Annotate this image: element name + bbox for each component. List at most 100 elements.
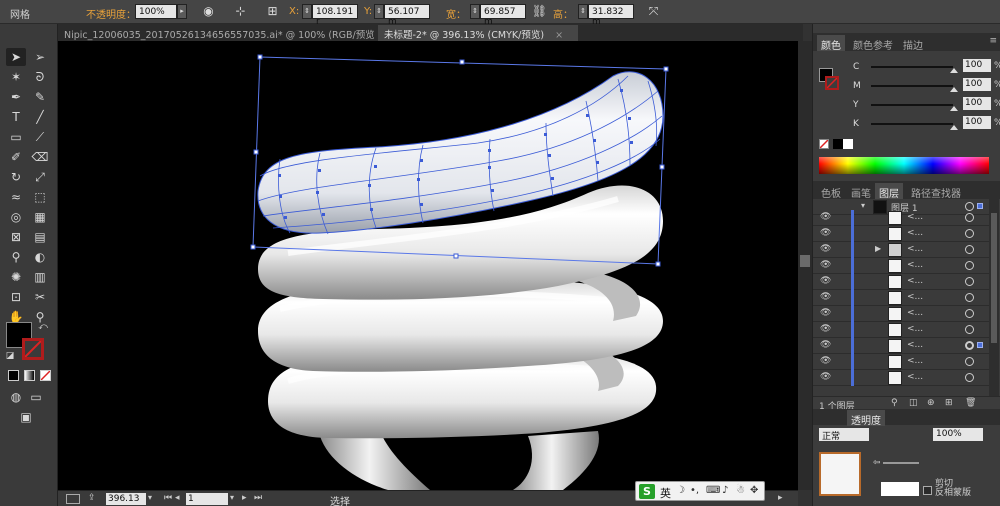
none-swatch[interactable] bbox=[819, 139, 829, 149]
slice-tool-icon[interactable]: ✂ bbox=[30, 288, 50, 306]
magenta-input[interactable]: 100 bbox=[963, 78, 991, 91]
tab-color[interactable]: 颜色 bbox=[817, 35, 845, 52]
y-stepper-icon[interactable]: ⇕ bbox=[374, 4, 384, 19]
layer-row[interactable]: 👁 <... bbox=[813, 210, 989, 226]
transform-icon[interactable]: ⤧ bbox=[645, 3, 662, 20]
tab-stroke[interactable]: 描边 bbox=[899, 35, 927, 52]
gradient-tool-icon[interactable]: ▤ bbox=[30, 228, 50, 246]
type-tool-icon[interactable]: T bbox=[6, 108, 26, 126]
target-icon[interactable] bbox=[965, 373, 974, 382]
tab-transparency[interactable]: 透明度 bbox=[847, 410, 885, 427]
curvature-tool-icon[interactable]: ✎ bbox=[30, 88, 50, 106]
target-icon[interactable] bbox=[965, 341, 974, 350]
artboard-tool-icon[interactable]: ⊡ bbox=[6, 288, 26, 306]
y-input[interactable]: 56.107 m bbox=[384, 4, 430, 27]
swap-fill-stroke-icon[interactable]: ⤺ bbox=[36, 320, 50, 334]
scrollbar-thumb[interactable] bbox=[800, 255, 810, 267]
voice-icon[interactable]: ♪ bbox=[722, 485, 728, 496]
layer-row[interactable]: 👁 <... bbox=[813, 354, 989, 370]
visibility-eye-icon[interactable]: 👁 bbox=[820, 276, 831, 286]
tab-swatches[interactable]: 色板 bbox=[817, 183, 845, 200]
column-graph-tool-icon[interactable]: ▥ bbox=[30, 268, 50, 286]
target-icon[interactable] bbox=[965, 245, 974, 254]
blend-tool-icon[interactable]: ◐ bbox=[30, 248, 50, 266]
locate-object-icon[interactable]: ⚲ bbox=[891, 398, 898, 408]
tab-pathfinder[interactable]: 路径查找器 bbox=[907, 183, 965, 200]
tab-brushes[interactable]: 画笔 bbox=[847, 183, 875, 200]
share-icon[interactable]: ⇪ bbox=[88, 493, 96, 503]
visibility-eye-icon[interactable]: 👁 bbox=[820, 356, 831, 366]
blend-mode-select[interactable]: 正常 bbox=[819, 428, 869, 442]
layer-row[interactable]: 👁 <... bbox=[813, 226, 989, 242]
artboard-number-input[interactable]: 1 bbox=[186, 493, 228, 505]
visibility-eye-icon[interactable]: 👁 bbox=[820, 372, 831, 382]
color-mode-icon[interactable] bbox=[8, 370, 19, 381]
eyedropper-tool-icon[interactable]: ⚲ bbox=[6, 248, 26, 266]
reference-point-icon[interactable]: ⊞ bbox=[264, 3, 281, 20]
scale-tool-icon[interactable]: ⤢ bbox=[30, 168, 50, 186]
black-input[interactable]: 100 bbox=[963, 116, 991, 129]
line-tool-icon[interactable]: ╱ bbox=[30, 108, 50, 126]
slider-knob-icon[interactable] bbox=[950, 125, 958, 130]
align-options-icon[interactable]: ⊹ bbox=[232, 3, 249, 20]
punctuation-icon[interactable]: •, bbox=[690, 485, 699, 496]
mask-thumbnail[interactable] bbox=[881, 482, 919, 496]
artboard-canvas[interactable] bbox=[58, 41, 798, 490]
target-icon[interactable] bbox=[965, 229, 974, 238]
white-swatch[interactable] bbox=[843, 139, 853, 149]
rectangle-tool-icon[interactable]: ▭ bbox=[6, 128, 26, 146]
height-stepper-icon[interactable]: ⇕ bbox=[578, 4, 588, 19]
magic-wand-tool-icon[interactable]: ✶ bbox=[6, 68, 26, 86]
recolor-icon[interactable]: ◉ bbox=[200, 3, 217, 20]
default-colors-icon[interactable]: ◪ bbox=[4, 350, 16, 362]
layer-row-selected[interactable]: 👁 <... bbox=[813, 338, 989, 354]
stroke-swatch[interactable] bbox=[22, 338, 44, 360]
visibility-eye-icon[interactable]: 👁 bbox=[820, 308, 831, 318]
artboard-nav-icon[interactable] bbox=[66, 494, 80, 504]
layer-row[interactable]: 👁 <... bbox=[813, 274, 989, 290]
keyboard-icon[interactable]: ⌨ bbox=[706, 485, 720, 496]
x-input[interactable]: 108.191 r bbox=[312, 4, 358, 27]
expand-icon[interactable]: ▶ bbox=[875, 244, 881, 253]
shape-builder-tool-icon[interactable]: ◎ bbox=[6, 208, 26, 226]
new-sublayer-icon[interactable]: ⊕ bbox=[927, 398, 935, 408]
visibility-eye-icon[interactable]: 👁 bbox=[820, 212, 831, 222]
slider-knob-icon[interactable] bbox=[950, 68, 958, 73]
zoom-dropdown-icon[interactable]: ▾ bbox=[148, 493, 152, 502]
sogou-logo-icon[interactable]: S bbox=[639, 484, 655, 499]
target-icon[interactable] bbox=[965, 213, 974, 222]
visibility-eye-icon[interactable]: 👁 bbox=[820, 244, 831, 254]
halfwidth-icon[interactable]: ☽ bbox=[676, 485, 685, 496]
visibility-eye-icon[interactable]: 👁 bbox=[820, 292, 831, 302]
visibility-eye-icon[interactable]: 👁 bbox=[820, 340, 831, 350]
opacity-dropdown-icon[interactable]: ▸ bbox=[177, 4, 187, 19]
mesh-tool-icon[interactable]: ⊠ bbox=[6, 228, 26, 246]
tab-nipic-document[interactable]: Nipic_12006035_20170526134656557035.ai* … bbox=[58, 25, 374, 41]
layer-row[interactable]: 👁 <... bbox=[813, 290, 989, 306]
x-stepper-icon[interactable]: ⇕ bbox=[302, 4, 312, 19]
visibility-eye-icon[interactable]: 👁 bbox=[820, 260, 831, 270]
invert-mask-checkbox[interactable] bbox=[923, 486, 932, 495]
width-tool-icon[interactable]: ≈ bbox=[6, 188, 26, 206]
delete-layer-icon[interactable]: 🗑 bbox=[965, 398, 976, 408]
slider-knob-icon[interactable] bbox=[950, 106, 958, 111]
tools-icon[interactable]: ✥ bbox=[750, 485, 758, 496]
symbol-sprayer-tool-icon[interactable]: ✺ bbox=[6, 268, 26, 286]
new-layer-icon[interactable]: ⊞ bbox=[945, 398, 953, 408]
opacity-input[interactable]: 100% bbox=[135, 4, 177, 19]
target-icon[interactable] bbox=[965, 261, 974, 270]
close-icon[interactable]: × bbox=[555, 30, 563, 41]
layer-row[interactable]: 👁 ▶ <... bbox=[813, 242, 989, 258]
object-thumbnail[interactable] bbox=[819, 452, 861, 496]
width-stepper-icon[interactable]: ⇕ bbox=[470, 4, 480, 19]
vertical-scrollbar[interactable] bbox=[798, 41, 812, 490]
cyan-input[interactable]: 100 bbox=[963, 59, 991, 72]
artboard-dropdown-icon[interactable]: ▾ bbox=[230, 493, 234, 502]
direct-selection-tool-icon[interactable]: ➢ bbox=[30, 48, 50, 66]
free-transform-tool-icon[interactable]: ⬚ bbox=[30, 188, 50, 206]
visibility-eye-icon[interactable]: 👁 bbox=[820, 324, 831, 334]
rotate-tool-icon[interactable]: ↻ bbox=[6, 168, 26, 186]
clipping-mask-icon[interactable]: ◫ bbox=[909, 398, 918, 408]
screen-mode-icon[interactable]: ▣ bbox=[16, 408, 36, 426]
layer-row[interactable]: 👁 <... bbox=[813, 258, 989, 274]
